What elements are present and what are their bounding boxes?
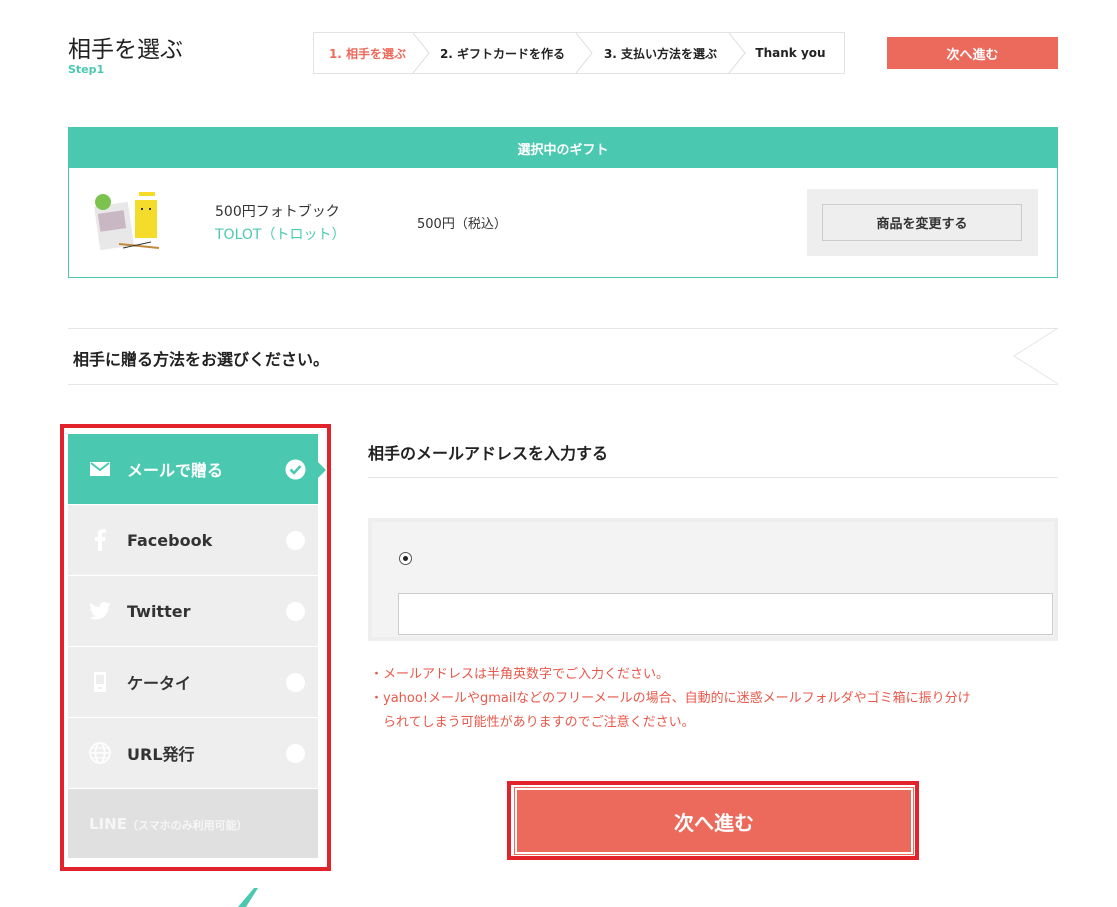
gift-price: 500円（税込）: [417, 217, 507, 232]
method-line-label: LINE（スマホのみ利用可能）: [89, 815, 248, 833]
step-4-label: Thank you: [755, 46, 826, 60]
check-circle-icon: [285, 459, 306, 480]
method-mobile[interactable]: ケータイ: [68, 647, 318, 718]
method-twitter-label: Twitter: [127, 601, 191, 621]
header-next-button[interactable]: 次へ進む: [887, 37, 1058, 69]
method-mobile-label: ケータイ: [127, 674, 192, 693]
step-4: Thank you: [737, 33, 844, 73]
selected-gift-panel: 選択中のギフト 500円フォトブック TOLOT（トロット） 500円（税込） …: [68, 127, 1058, 278]
page-title: 相手を選ぶ: [68, 37, 183, 63]
method-line-name: LINE: [89, 814, 127, 833]
radio-unselected-icon: [286, 744, 305, 763]
email-note-2-continued: られてしまう可能性がありますのでご注意ください。: [383, 715, 695, 730]
method-twitter[interactable]: Twitter: [68, 576, 318, 647]
step-separator-icon: [575, 33, 593, 73]
gift-name: 500円フォトブック: [215, 204, 340, 220]
decorative-triangle-icon: [238, 888, 258, 907]
method-email[interactable]: メールで贈る: [68, 434, 326, 505]
radio-unselected-icon: [286, 531, 305, 550]
globe-icon: [89, 742, 111, 764]
delivery-method-title: 相手に贈る方法をお選びください。: [73, 350, 330, 369]
twitter-icon: [89, 600, 111, 622]
step-separator-icon: [728, 33, 746, 73]
step-separator-icon: [412, 33, 430, 73]
email-note-2: ・yahoo!メールやgmailなどのフリーメールの場合、自動的に迷惑メールフォ…: [370, 691, 971, 706]
ribbon-notch-icon: [1013, 328, 1059, 385]
product-thumbnail: [94, 192, 160, 251]
gift-brand-link[interactable]: TOLOT（トロット）: [215, 224, 345, 244]
change-gift-button[interactable]: 商品を変更する: [822, 204, 1022, 241]
email-section-heading: 相手のメールアドレスを入力する: [368, 444, 609, 463]
email-radio-selected[interactable]: [399, 552, 412, 565]
email-note-1: ・メールアドレスは半角英数字でご入力ください。: [370, 667, 670, 682]
step-1: 1. 相手を選ぶ: [314, 33, 430, 73]
envelope-icon: [89, 458, 111, 480]
next-button[interactable]: 次へ進む: [515, 788, 913, 854]
method-url[interactable]: URL発行: [68, 718, 318, 789]
method-line-disabled: LINE（スマホのみ利用可能）: [68, 789, 318, 859]
method-line-note: （スマホのみ利用可能）: [126, 818, 248, 832]
progress-steps: 1. 相手を選ぶ 2. ギフトカードを作る 3. 支払い方法を選ぶ Thank …: [313, 32, 845, 74]
selected-gift-header: 選択中のギフト: [69, 128, 1057, 168]
email-section-divider: [368, 477, 1058, 478]
method-url-label: URL発行: [127, 745, 195, 764]
step-3-label: 3. 支払い方法を選ぶ: [603, 46, 718, 61]
method-facebook-label: Facebook: [127, 530, 213, 550]
mobile-phone-icon: [89, 671, 111, 693]
step-3: 3. 支払い方法を選ぶ: [584, 33, 746, 73]
radio-unselected-icon: [286, 673, 305, 692]
email-input-panel: [368, 518, 1058, 641]
recipient-email-input[interactable]: [398, 593, 1053, 635]
step-2-label: 2. ギフトカードを作る: [439, 46, 566, 61]
step-2: 2. ギフトカードを作る: [421, 33, 593, 73]
facebook-icon: [89, 529, 111, 551]
radio-unselected-icon: [286, 602, 305, 621]
method-email-label: メールで贈る: [127, 461, 224, 480]
method-facebook[interactable]: Facebook: [68, 505, 318, 576]
selected-arrow-icon: [318, 462, 326, 478]
delivery-method-banner: 相手に贈る方法をお選びください。: [68, 328, 1059, 385]
change-gift-area: 商品を変更する: [807, 189, 1038, 256]
step-1-label: 1. 相手を選ぶ: [328, 46, 407, 61]
delivery-method-list: メールで贈る Facebook Twitter ケータイ URL発行 LINE（…: [68, 434, 326, 859]
step-label: Step1: [68, 63, 105, 76]
email-notes: ・メールアドレスは半角英数字でご入力ください。 ・yahoo!メールやgmail…: [370, 663, 971, 735]
